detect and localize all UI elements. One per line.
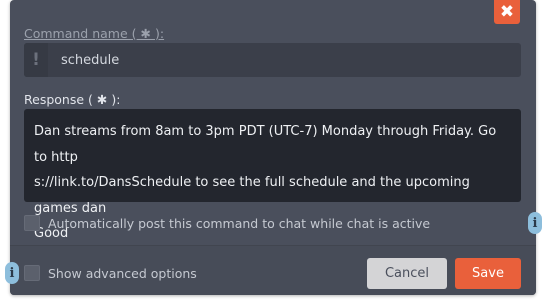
info-icon[interactable]: i	[528, 212, 542, 234]
info-icon[interactable]: i	[5, 262, 19, 284]
response-label: Response ( ✱ ):	[24, 92, 121, 107]
close-icon: ✖	[499, 2, 515, 22]
command-name-input[interactable]: ! schedule	[24, 43, 521, 77]
advanced-checkbox[interactable]	[24, 265, 40, 281]
command-name-value: schedule	[61, 52, 120, 68]
command-name-label: Command name ( ✱ ):	[24, 26, 165, 41]
auto-post-option[interactable]: Automatically post this command to chat …	[24, 215, 430, 231]
advanced-label: Show advanced options	[48, 265, 197, 281]
advanced-option[interactable]: Show advanced options	[24, 265, 197, 281]
exclamation-icon: !	[24, 43, 48, 77]
cancel-button[interactable]: Cancel	[367, 258, 447, 289]
save-button[interactable]: Save	[455, 258, 521, 289]
auto-post-checkbox[interactable]	[24, 215, 40, 231]
response-line: Dan streams from 8am to 3pm PDT (UTC-7) …	[34, 124, 497, 165]
response-line: s://link.to/DansSchedule to see the full…	[34, 175, 470, 216]
response-textarea[interactable]: Dan streams from 8am to 3pm PDT (UTC-7) …	[24, 109, 521, 241]
close-button[interactable]: ✖	[494, 0, 520, 24]
required-icon: ✱	[96, 92, 108, 107]
required-icon: ✱	[140, 26, 151, 41]
auto-post-label: Automatically post this command to chat …	[48, 215, 431, 231]
